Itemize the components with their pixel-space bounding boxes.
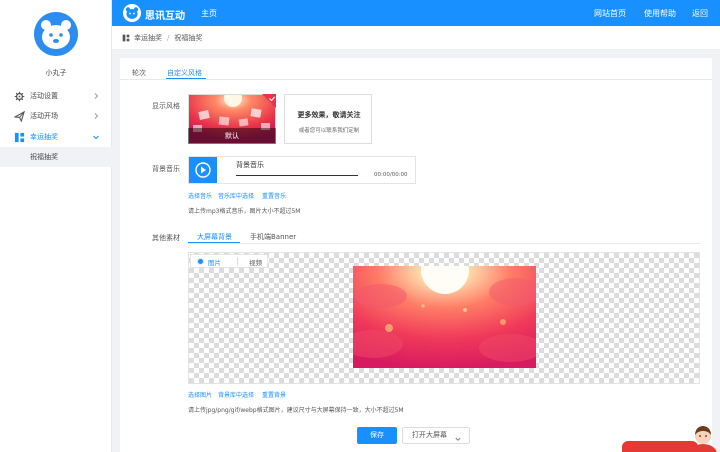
open-big-screen-button[interactable]: 打开大屏幕 [402, 427, 470, 444]
music-time: 00:00/00:00 [374, 172, 408, 178]
subtabs-divider [188, 243, 700, 244]
sidebar-item-activity-settings[interactable]: 活动设置 [0, 86, 112, 106]
image-radio[interactable] [197, 258, 204, 265]
tab-custom-style[interactable]: 自定义风格 [167, 68, 202, 78]
breadcrumb: 幸运抽奖 / 祝福抽奖 [112, 26, 720, 50]
breadcrumb-item[interactable]: 幸运抽奖 [134, 33, 162, 43]
username: 小丸子 [45, 69, 67, 77]
top-header: 思讯互动 主页 网站首页 使用帮助 返回 [112, 0, 720, 26]
breadcrumb-separator: / [167, 33, 170, 42]
image-upload-hint: 请上传jpg/png/gif/webp格式图片，建议尺寸与大屏幕保持一致，大小不… [188, 407, 404, 414]
nav-home-link[interactable]: 主页 [201, 8, 217, 19]
chevron-down-icon [455, 433, 461, 441]
chevron-right-icon [92, 92, 100, 100]
help-link[interactable]: 使用帮助 [644, 8, 676, 19]
customer-service-float[interactable] [622, 441, 698, 452]
tab-rounds[interactable]: 轮次 [132, 68, 146, 78]
music-upload-hint: 请上传mp3格式音乐，图片大小不超过5M [188, 208, 301, 215]
brand-logo-icon[interactable] [123, 4, 141, 22]
more-effects-card: 更多效果，敬请关注 或者您可以联系我们定制 [284, 94, 372, 144]
play-icon [195, 162, 211, 178]
music-title: 背景音乐 [236, 161, 264, 169]
style-thumbnail-caption: 默认 [188, 128, 276, 144]
image-option[interactable]: 图片 [208, 257, 221, 267]
chevron-right-icon [92, 112, 100, 120]
sidebar-item-label: 活动开场 [30, 112, 58, 120]
site-home-link[interactable]: 网站首页 [594, 8, 626, 19]
more-effects-title: 更多效果，敬请关注 [297, 111, 361, 119]
gear-icon [14, 91, 25, 102]
sidebar-item-lucky-draw[interactable]: 幸运抽奖 [0, 127, 112, 147]
save-button[interactable]: 保存 [357, 427, 397, 444]
open-big-screen-label: 打开大屏幕 [412, 431, 447, 439]
display-style-label: 显示风格 [152, 102, 180, 110]
reset-bg-link[interactable]: 重置背景 [262, 390, 286, 399]
tabs-divider [120, 79, 712, 80]
send-icon [14, 110, 25, 122]
video-option[interactable]: 视频 [249, 257, 262, 267]
grid-icon [14, 132, 25, 143]
toggle-divider [237, 257, 238, 266]
bear-logo-icon [34, 12, 78, 56]
brand-name: 思讯互动 [145, 11, 185, 22]
more-effects-subtitle: 或者您可以联系我们定制 [298, 128, 360, 134]
chevron-down-icon [92, 133, 100, 141]
other-materials-label: 其他素材 [152, 234, 180, 242]
avatar [34, 12, 78, 56]
sidebar-subitem-blessing-draw[interactable]: 祝福抽奖 [0, 147, 112, 167]
sidebar-item-label: 幸运抽奖 [30, 133, 58, 141]
customer-service-avatar[interactable] [688, 424, 718, 452]
background-image [353, 266, 536, 368]
sidebar-item-activity-opening[interactable]: 活动开场 [0, 106, 112, 126]
subtab-big-screen-bg[interactable]: 大屏幕背景 [197, 232, 232, 242]
play-button[interactable] [189, 157, 217, 183]
choose-image-link[interactable]: 选择图片 [188, 390, 212, 399]
choose-music-link[interactable]: 选择音乐 [188, 191, 212, 200]
back-link[interactable]: 返回 [692, 8, 708, 19]
sidebar-item-label: 活动设置 [30, 92, 58, 100]
bg-library-link[interactable]: 背景库中选择 [218, 390, 254, 399]
breadcrumb-icon [122, 34, 130, 42]
breadcrumb-item: 祝福抽奖 [174, 33, 203, 42]
bg-music-label: 背景音乐 [152, 165, 180, 173]
checkmark-icon [262, 94, 276, 108]
reset-music-link[interactable]: 重置音乐 [262, 191, 286, 200]
music-progress-bar[interactable] [236, 175, 358, 176]
media-type-toggle: 图片 视频 [190, 254, 268, 268]
subtab-mobile-banner[interactable]: 手机端Banner [250, 232, 296, 242]
music-player: 背景音乐 00:00/00:00 [188, 156, 416, 184]
subtab-active-indicator [188, 242, 240, 243]
music-library-link[interactable]: 音乐库中选择 [218, 191, 254, 200]
tab-active-indicator [166, 78, 206, 79]
sidebar: 小丸子 活动设置 活动开场 幸运抽奖 祝福抽奖 [0, 0, 112, 452]
